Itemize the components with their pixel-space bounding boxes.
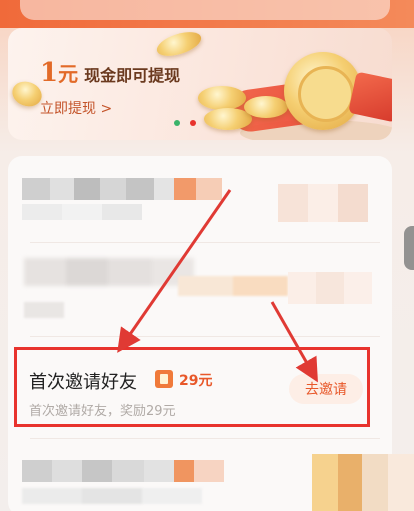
coin-decoration — [154, 28, 204, 61]
blurred-task-title — [24, 258, 194, 286]
invite-button[interactable]: 去邀请 — [289, 374, 363, 404]
banner-subtitle: 现金即可提现 — [84, 66, 181, 85]
banner-amount-unit: 元 — [58, 62, 79, 86]
task-title: 首次邀请好友 — [29, 372, 137, 393]
pixelated-task-title — [22, 178, 222, 200]
task-description: 首次邀请好友，奖励29元 — [29, 404, 176, 419]
first-invite-task-row[interactable]: 首次邀请好友 29元 首次邀请好友，奖励29元 去邀请 — [14, 347, 370, 427]
banner-amount: 1 — [40, 58, 59, 88]
row-divider — [30, 336, 380, 337]
withdraw-banner[interactable]: 1 元 现金即可提现 立即提现 > — [8, 28, 392, 140]
header-pill — [20, 0, 390, 20]
pixelated-task-title — [22, 460, 252, 482]
pixelated-task-desc — [22, 204, 142, 220]
top-header-strip — [0, 0, 414, 28]
banner-title: 1 元 现金即可提现 — [40, 58, 180, 88]
coin-decoration — [244, 96, 288, 118]
pixelated-action-button[interactable] — [278, 184, 368, 222]
confetti-dot — [174, 120, 180, 126]
task-reward: 29元 — [179, 373, 213, 389]
pixelated-action-button[interactable] — [288, 272, 372, 304]
coin-decoration — [198, 86, 246, 110]
row-divider — [30, 242, 380, 243]
pixelated-image — [312, 454, 414, 511]
big-coin-icon — [284, 52, 362, 130]
side-handle-icon[interactable] — [404, 226, 414, 270]
red-envelope-icon — [348, 71, 392, 123]
row-divider — [30, 438, 380, 439]
pixelated-task-desc — [22, 488, 202, 504]
coupon-icon — [155, 370, 173, 388]
withdraw-now-link[interactable]: 立即提现 > — [40, 98, 112, 118]
confetti-dot — [190, 120, 196, 126]
blurred-reward — [178, 276, 288, 296]
blurred-task-desc — [24, 302, 64, 318]
